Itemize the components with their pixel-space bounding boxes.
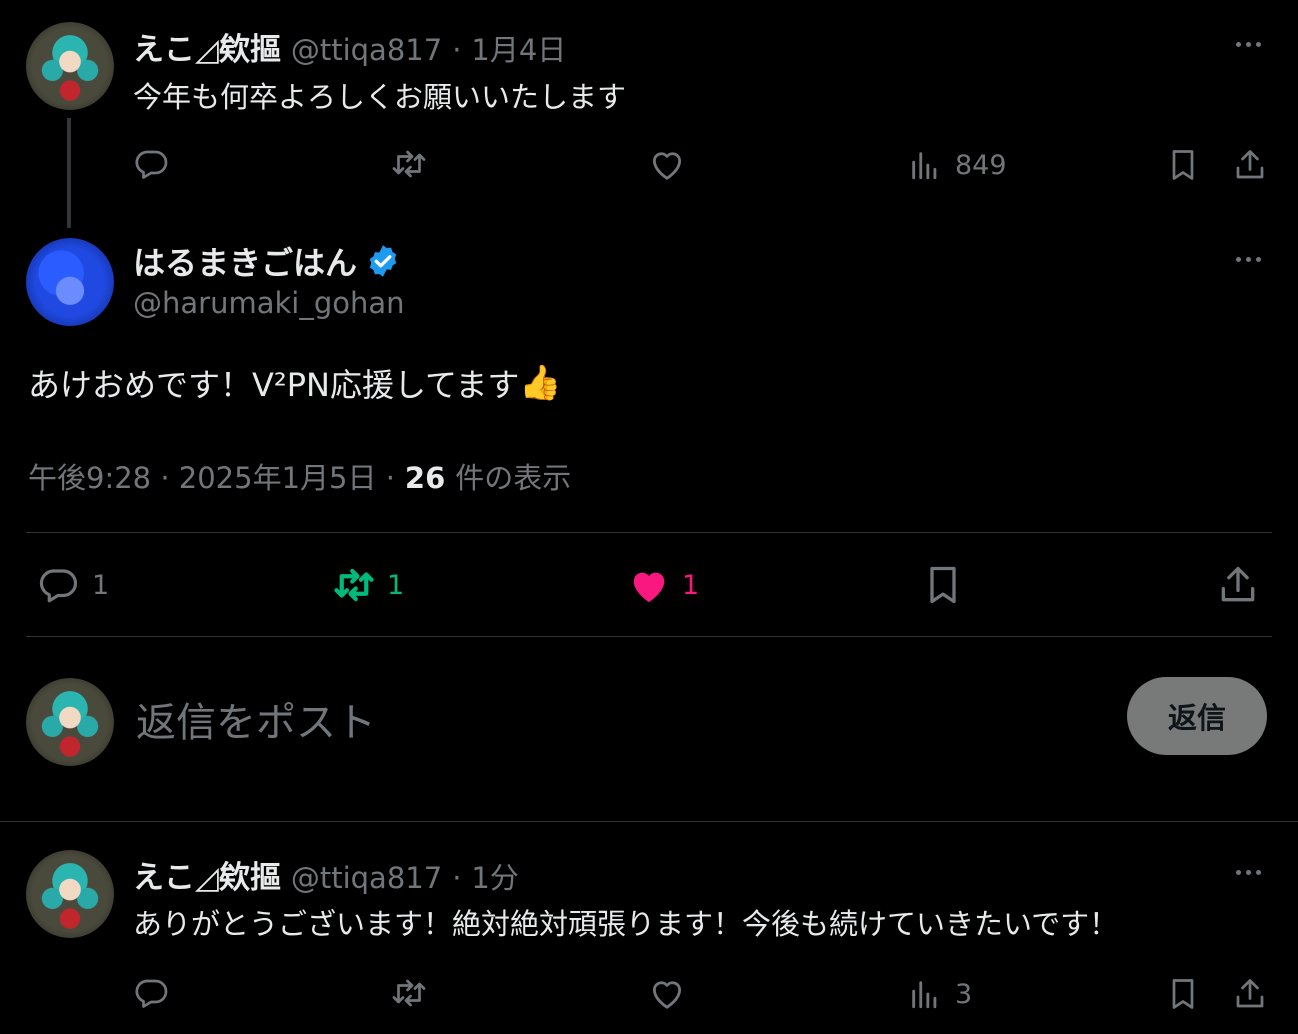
reply-icon[interactable] [133, 975, 169, 1011]
tweet-text: あけおめです！V²PN応援してます [28, 366, 520, 404]
bookmark-icon[interactable] [1165, 975, 1201, 1013]
repost-icon[interactable] [389, 146, 429, 182]
verified-badge-icon[interactable] [365, 243, 401, 279]
like-count: 1 [682, 570, 700, 601]
reply-icon[interactable] [36, 564, 80, 606]
share-icon[interactable] [1216, 562, 1260, 608]
views-icon[interactable] [908, 148, 942, 182]
reply-count: 1 [92, 570, 110, 601]
views-count: 849 [955, 150, 1007, 181]
author-handle[interactable]: @ttiqa817 [291, 33, 442, 67]
avatar[interactable] [26, 22, 114, 110]
more-button[interactable] [1236, 42, 1261, 47]
author-name[interactable]: えこ◿欸摳 [133, 24, 281, 69]
share-icon[interactable] [1232, 975, 1268, 1013]
avatar[interactable] [26, 850, 114, 938]
like-icon[interactable] [648, 975, 686, 1011]
views-count: 3 [955, 979, 973, 1010]
tweet-header: えこ◿欸摳 @ttiqa817 · 1月4日 [133, 24, 566, 69]
views-count: 26 [404, 461, 446, 495]
main-tweet-text: あけおめです！V²PN応援してます 👍 [28, 360, 562, 406]
more-button[interactable] [1236, 257, 1261, 262]
tweet-text: ありがとうございます！絶対絶対頑張ります！今後も続けていきたいです！ [133, 907, 1119, 941]
thread-line [67, 118, 71, 228]
tweet-timestamp[interactable]: 午後9:28 · 2025年1月5日 · [28, 455, 395, 497]
like-icon[interactable] [626, 564, 672, 606]
thumbs-up-icon: 👍 [519, 363, 562, 403]
tweet-header: えこ◿欸摳 @ttiqa817 · 1分 [133, 852, 519, 897]
bookmark-icon[interactable] [1165, 146, 1201, 184]
divider [26, 636, 1272, 637]
reply-icon[interactable] [133, 146, 169, 182]
author-handle[interactable]: @ttiqa817 [291, 861, 442, 895]
repost-icon[interactable] [329, 564, 379, 606]
tweet-time[interactable]: 1分 [471, 855, 518, 897]
main-header: はるまきごはん [133, 238, 401, 284]
tweet-text: 今年も何卒よろしくお願いいたします [133, 80, 627, 114]
avatar[interactable] [26, 678, 114, 766]
bookmark-icon[interactable] [921, 562, 965, 608]
share-icon[interactable] [1232, 146, 1268, 184]
reply-input[interactable]: 返信をポスト [136, 690, 376, 748]
divider [26, 532, 1272, 533]
like-icon[interactable] [648, 146, 686, 182]
tweet-meta: 午後9:28 · 2025年1月5日 · 26 件の表示 [28, 455, 571, 497]
author-name[interactable]: はるまきごはん [133, 238, 357, 284]
views-icon[interactable] [908, 977, 942, 1011]
separator: · [452, 33, 462, 67]
separator: · [452, 861, 462, 895]
reply-button[interactable]: 返信 [1127, 677, 1267, 755]
tweet-time[interactable]: 1月4日 [471, 27, 566, 69]
more-button[interactable] [1236, 870, 1261, 875]
repost-icon[interactable] [389, 975, 429, 1011]
repost-count: 1 [387, 570, 405, 601]
author-handle[interactable]: @harumaki_gohan [133, 286, 405, 320]
author-name[interactable]: えこ◿欸摳 [133, 852, 281, 897]
divider [0, 821, 1298, 822]
views-label: 件の表示 [455, 461, 572, 495]
avatar[interactable] [26, 238, 114, 326]
